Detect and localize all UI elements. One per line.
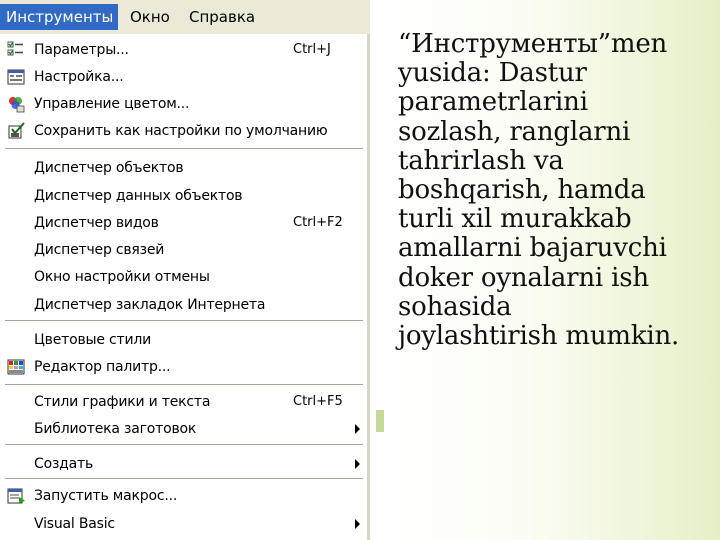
menu-item-internet-bookmarks[interactable]: Диспетчер закладок Интернета: [1, 294, 368, 316]
menu-item-options[interactable]: Параметры... Ctrl+J: [1, 39, 368, 61]
menu-separator: [5, 478, 363, 480]
menubar-window[interactable]: Окно: [124, 4, 176, 30]
menu-item-object-data-manager[interactable]: Диспетчер данных объектов: [1, 185, 368, 207]
menu-item-label: Диспетчер данных объектов: [34, 188, 243, 204]
menu-item-label: Цветовые стили: [34, 332, 152, 348]
menu-item-palette-editor[interactable]: Редактор палитр...: [1, 356, 368, 378]
menu-item-create[interactable]: Создать: [1, 453, 368, 475]
menu-item-customize[interactable]: Настройка...: [1, 66, 368, 88]
menu-item-undo-docker[interactable]: Окно настройки отмены: [1, 266, 368, 288]
run-macro-icon: [6, 486, 26, 506]
save-defaults-checkbox-icon: [6, 121, 26, 141]
description-line: joylashtirish mumkin.: [398, 321, 680, 352]
menu-screenshot: Инструменты Окно Справка Параметры... Ct…: [0, 0, 370, 540]
menu-item-label: Visual Basic: [34, 516, 115, 532]
description-line: amallarni bajaruvchi: [398, 233, 667, 264]
menu-separator: [5, 148, 363, 150]
description-line: tahrirlash va: [398, 145, 564, 176]
menubar-help[interactable]: Справка: [183, 4, 261, 30]
menu-item-label: Диспетчер закладок Интернета: [34, 297, 266, 313]
description-line: yusida: Dastur: [398, 58, 587, 89]
menu-item-shortcut: Ctrl+J: [293, 42, 331, 57]
menubar-tools[interactable]: Инструменты: [0, 4, 118, 30]
menu-item-color-management[interactable]: Управление цветом...: [1, 93, 368, 115]
menu-item-label: Диспетчер объектов: [34, 160, 184, 176]
menu-item-label: Сохранить как настройки по умолчанию: [34, 123, 328, 139]
menu-item-graphic-text-styles[interactable]: Стили графики и текста Ctrl+F5: [1, 391, 368, 413]
description-line: doker oynalarni ish: [398, 262, 649, 293]
menu-item-label: Стили графики и текста: [34, 394, 211, 410]
submenu-arrow-icon: [355, 424, 360, 434]
menu-item-label: Диспетчер связей: [34, 242, 165, 258]
customize-window-icon: [6, 67, 26, 87]
accent-bar: [376, 410, 384, 432]
description-text: “Инструменты”men yusida: Dastur parametr…: [398, 29, 713, 352]
menu-item-label: Запустить макрос...: [34, 488, 178, 504]
menu-item-color-styles[interactable]: Цветовые стили: [1, 329, 368, 351]
menu-item-visual-basic[interactable]: Visual Basic: [1, 513, 368, 535]
description-line: sohasida: [398, 291, 512, 322]
menu-separator: [5, 444, 363, 446]
description-line: “Инструменты”men: [398, 29, 668, 59]
palette-editor-icon: [6, 357, 26, 377]
menu-item-run-macro[interactable]: Запустить макрос...: [1, 485, 368, 507]
description-line: sozlash, ranglarni: [398, 116, 631, 147]
description-line: parametrlarini: [398, 87, 588, 118]
menu-item-label: Редактор палитр...: [34, 359, 171, 375]
menu-item-shortcut: Ctrl+F5: [293, 394, 343, 409]
menu-item-label: Настройка...: [34, 69, 124, 85]
menu-separator: [5, 384, 363, 386]
description-line: boshqarish, hamda: [398, 175, 646, 206]
color-management-icon: [6, 94, 26, 114]
menu-item-label: Управление цветом...: [34, 96, 190, 112]
submenu-arrow-icon: [355, 459, 360, 469]
menu-item-label: Окно настройки отмены: [34, 269, 210, 285]
menu-item-save-defaults[interactable]: Сохранить как настройки по умолчанию: [1, 120, 368, 142]
options-checklist-icon: [6, 40, 26, 60]
menu-item-label: Библиотека заготовок: [34, 421, 197, 437]
tools-dropdown-menu: Параметры... Ctrl+J Настройка... Управле…: [0, 34, 369, 540]
menu-item-shortcut: Ctrl+F2: [293, 215, 343, 230]
submenu-arrow-icon: [355, 519, 360, 529]
menu-separator: [5, 320, 363, 322]
menu-item-label: Диспетчер видов: [34, 215, 159, 231]
menu-item-label: Создать: [34, 456, 94, 472]
menu-item-label: Параметры...: [34, 42, 129, 58]
menu-item-object-manager[interactable]: Диспетчер объектов: [1, 157, 368, 179]
menu-bar: Инструменты Окно Справка: [0, 0, 370, 34]
menu-item-view-manager[interactable]: Диспетчер видов Ctrl+F2: [1, 212, 368, 234]
menu-item-scrapbook[interactable]: Библиотека заготовок: [1, 418, 368, 440]
menu-item-link-manager[interactable]: Диспетчер связей: [1, 239, 368, 261]
description-line: turli xil murakkab: [398, 204, 632, 235]
